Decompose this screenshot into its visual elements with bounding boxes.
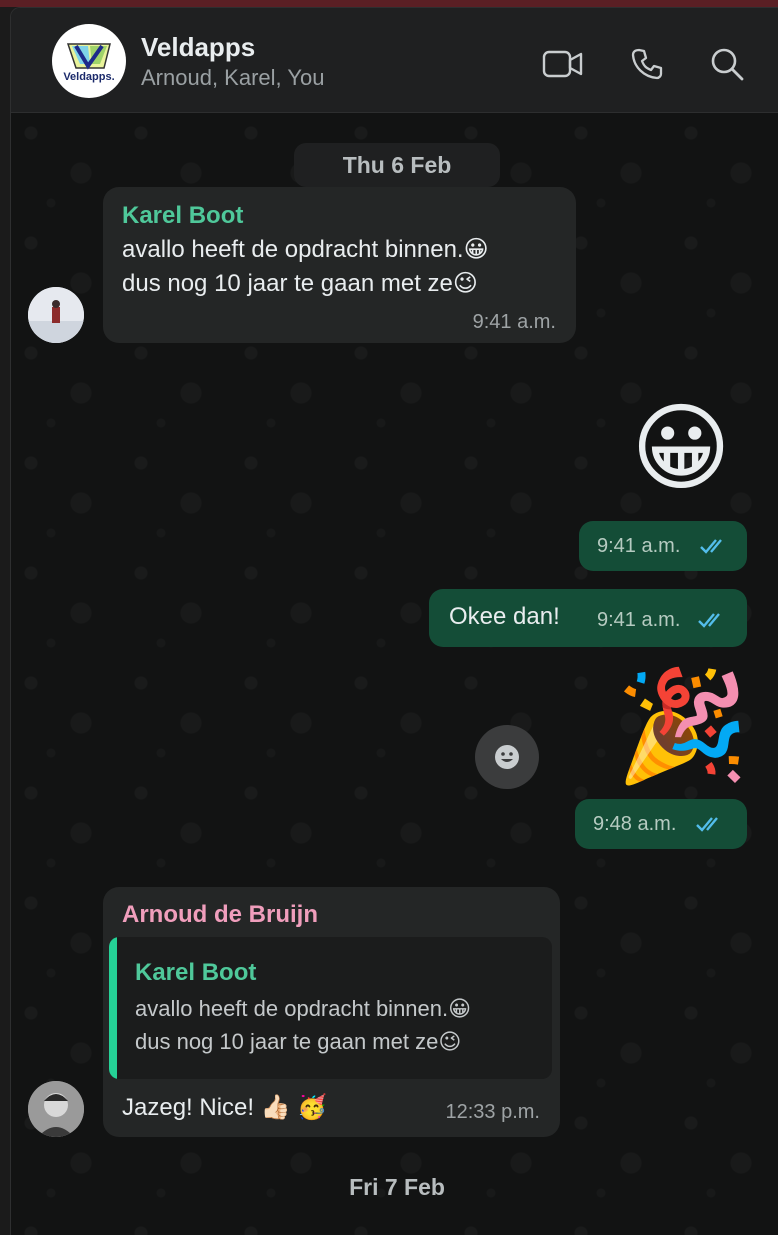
quoted-text-line: dus nog 10 jaar te gaan met ze😉 bbox=[135, 1029, 462, 1054]
winking-face-emoji: 😉 bbox=[452, 270, 478, 297]
message-list[interactable]: Thu 6 Feb Karel Boot avallo heeft de opd… bbox=[11, 113, 778, 1235]
read-receipt-icon bbox=[700, 539, 722, 554]
message-time: 9:41 a.m. bbox=[597, 609, 681, 631]
search-icon bbox=[711, 48, 744, 81]
message-time-bubble[interactable]: 9:41 a.m. bbox=[579, 521, 747, 571]
large-emoji-message[interactable]: 😀 bbox=[623, 391, 739, 507]
quote-accent-bar bbox=[109, 937, 117, 1079]
quoted-message[interactable]: Karel Boot avallo heeft de opdracht binn… bbox=[109, 937, 552, 1079]
chat-participants: Arnoud, Karel, You bbox=[141, 65, 325, 90]
chat-window: Veldapps. Veldapps Arnoud, Karel, You Th bbox=[10, 7, 778, 1235]
search-button[interactable] bbox=[705, 42, 749, 86]
message-sender: Arnoud de Bruijn bbox=[122, 901, 318, 928]
message-time: 9:41 a.m. bbox=[597, 535, 681, 557]
message-bubble-incoming[interactable]: Arnoud de Bruijn Karel Boot avallo heeft… bbox=[103, 887, 560, 1137]
message-text-line: avallo heeft de opdracht binnen.😀 bbox=[122, 236, 489, 263]
voice-call-icon bbox=[631, 48, 663, 80]
message-bubble-incoming[interactable]: Karel Boot avallo heeft de opdracht binn… bbox=[103, 187, 576, 343]
group-avatar[interactable]: Veldapps. bbox=[52, 24, 126, 98]
date-separator-label: Thu 6 Feb bbox=[342, 151, 452, 178]
video-call-icon bbox=[542, 50, 583, 78]
message-time: 9:48 a.m. bbox=[593, 813, 677, 835]
voice-call-button[interactable] bbox=[625, 42, 669, 86]
message-text-line: dus nog 10 jaar te gaan met ze😉 bbox=[122, 270, 478, 297]
message-time: 9:41 a.m. bbox=[472, 311, 556, 333]
date-separator: Thu 6 Feb bbox=[294, 143, 500, 187]
avatar[interactable] bbox=[28, 287, 84, 343]
date-separator: Fri 7 Feb bbox=[309, 1165, 485, 1209]
karel-avatar-image bbox=[28, 287, 84, 343]
quoted-sender: Karel Boot bbox=[135, 959, 257, 986]
message-text: Jazeg! Nice! 👍🏻 🥳 bbox=[122, 1094, 328, 1121]
read-receipt-icon bbox=[698, 613, 720, 628]
react-button[interactable] bbox=[475, 725, 539, 789]
read-receipt-icon bbox=[696, 817, 718, 832]
message-bubble-outgoing[interactable]: Okee dan! 9:41 a.m. bbox=[429, 589, 747, 647]
smiley-icon bbox=[495, 745, 519, 769]
logo-text: Veldapps. bbox=[63, 71, 114, 83]
winking-face-emoji: 😉 bbox=[438, 1029, 462, 1054]
chat-title: Veldapps bbox=[141, 32, 256, 62]
window-top-strip bbox=[0, 0, 778, 7]
message-time: 12:33 p.m. bbox=[445, 1101, 540, 1123]
message-sender: Karel Boot bbox=[122, 202, 244, 229]
message-emojis: 👍🏻 🥳 bbox=[260, 1094, 328, 1121]
message-time-bubble[interactable]: 9:48 a.m. bbox=[575, 799, 747, 849]
avatar[interactable] bbox=[28, 1081, 84, 1137]
date-separator-label: Fri 7 Feb bbox=[349, 1173, 445, 1200]
grinning-face-emoji: 😀 bbox=[448, 996, 472, 1021]
message-text: Okee dan! bbox=[449, 603, 560, 630]
video-call-button[interactable] bbox=[541, 42, 585, 86]
veldapps-logo-icon: Veldapps. bbox=[63, 43, 115, 83]
chat-header[interactable]: Veldapps. Veldapps Arnoud, Karel, You bbox=[11, 8, 778, 113]
large-emoji-message[interactable]: 🎉 bbox=[615, 661, 749, 791]
quoted-text-line: avallo heeft de opdracht binnen.😀 bbox=[135, 996, 472, 1021]
arnoud-avatar-image bbox=[28, 1081, 84, 1137]
grinning-face-emoji: 😀 bbox=[463, 236, 489, 263]
